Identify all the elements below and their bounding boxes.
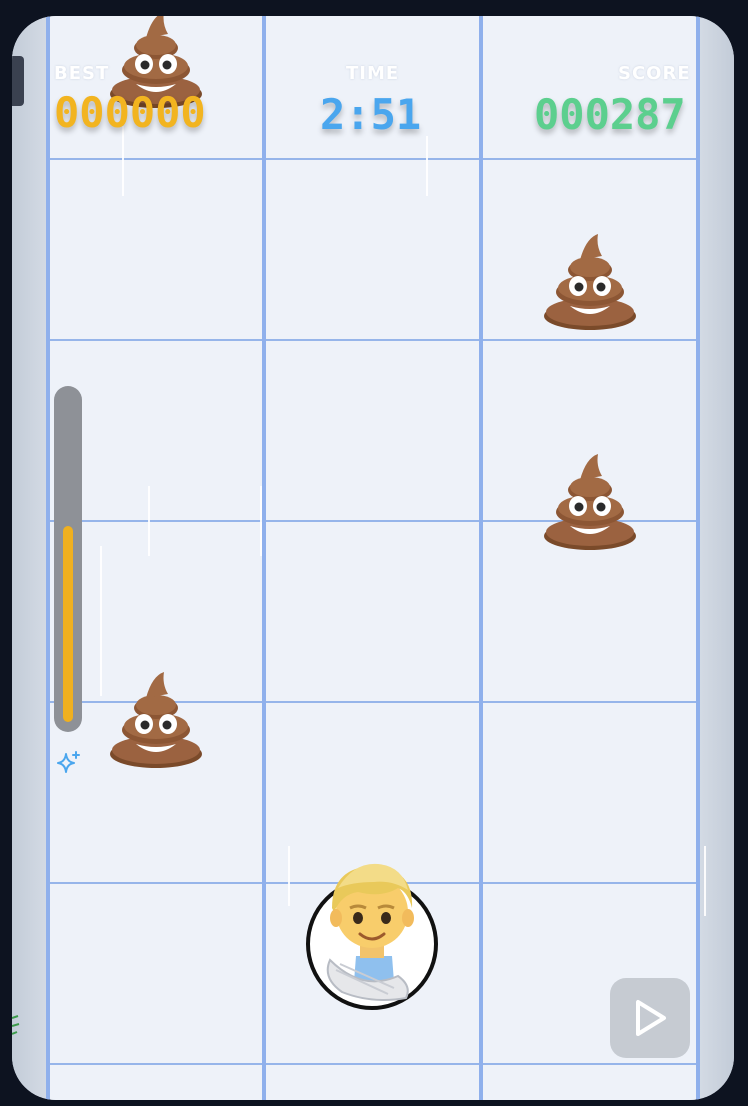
speed-streak — [704, 846, 706, 916]
time-value: 2:51 — [320, 90, 422, 139]
power-meter-fill — [63, 526, 73, 722]
right-rail — [700, 16, 734, 1100]
score-value: 000287 — [534, 90, 686, 139]
player-character[interactable] — [302, 842, 442, 1012]
device-frame: BEST 000000 TIME 2:51 SCORE 000287 — [0, 0, 748, 1106]
best-label: BEST — [54, 63, 110, 84]
speed-streak — [260, 486, 262, 556]
poop-emoji-icon — [544, 234, 636, 330]
lane-divider-1 — [262, 16, 266, 1100]
speed-streak — [100, 546, 102, 696]
time-label: TIME — [346, 63, 400, 84]
lane-divider-2 — [479, 16, 483, 1100]
speed-streak — [148, 486, 150, 556]
left-rail — [12, 16, 46, 1100]
best-value: 000000 — [54, 88, 206, 137]
power-meter — [54, 386, 82, 732]
poop-emoji-icon — [544, 454, 636, 550]
speed-streak — [288, 846, 290, 906]
lane-border-left — [46, 16, 50, 1100]
score-label: SCORE — [618, 63, 691, 84]
grass-icon — [12, 1015, 20, 1035]
play-button[interactable] — [610, 978, 690, 1058]
lane-border-right — [696, 16, 700, 1100]
sparkle-icon — [57, 751, 80, 773]
rail-notch — [12, 56, 24, 106]
speed-streak — [426, 136, 428, 196]
play-icon — [636, 1000, 666, 1036]
game-screen: BEST 000000 TIME 2:51 SCORE 000287 — [12, 16, 734, 1100]
poop-emoji-icon — [110, 672, 202, 768]
